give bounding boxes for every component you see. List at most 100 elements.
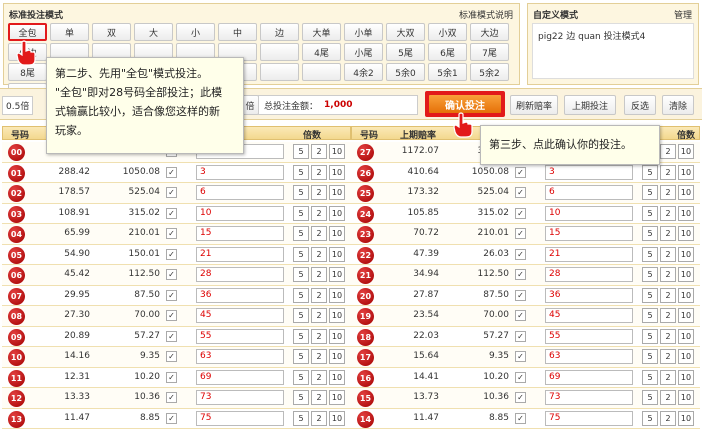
- multiplier-10-button[interactable]: 10: [678, 185, 694, 200]
- multiplier-5-button[interactable]: 5: [293, 185, 309, 200]
- multiplier-2-button[interactable]: 2: [660, 328, 676, 344]
- select-checkbox[interactable]: ✓: [166, 187, 177, 198]
- bet-amount-input[interactable]: 6: [196, 185, 284, 200]
- multiplier-2-button[interactable]: 2: [660, 205, 676, 221]
- mode-button[interactable]: [260, 43, 299, 61]
- mode-button[interactable]: 7尾: [470, 43, 509, 61]
- select-checkbox[interactable]: ✓: [166, 330, 177, 342]
- multiplier-10-button[interactable]: 10: [678, 205, 694, 221]
- multiplier-5-button[interactable]: 5: [642, 410, 658, 426]
- mode-button[interactable]: 4尾: [302, 43, 341, 61]
- select-checkbox[interactable]: ✓: [515, 330, 526, 342]
- multiplier-half-button[interactable]: 0.5倍: [2, 95, 34, 115]
- multiplier-10-button[interactable]: 10: [329, 328, 345, 344]
- multiplier-10-button[interactable]: 10: [329, 205, 345, 221]
- select-checkbox[interactable]: ✓: [515, 289, 526, 301]
- multiplier-10-button[interactable]: 10: [329, 144, 345, 159]
- bet-amount-input[interactable]: 15: [196, 226, 284, 241]
- multiplier-2-button[interactable]: 2: [660, 267, 676, 282]
- bet-amount-input[interactable]: 55: [545, 328, 633, 344]
- multiplier-2-button[interactable]: 2: [660, 287, 676, 303]
- multiplier-2-button[interactable]: 2: [311, 144, 327, 159]
- multiplier-2-button[interactable]: 2: [311, 390, 327, 405]
- multiplier-2-button[interactable]: 2: [660, 369, 676, 385]
- multiplier-5-button[interactable]: 5: [293, 164, 309, 180]
- select-checkbox[interactable]: ✓: [515, 187, 526, 198]
- bet-amount-input[interactable]: 6: [545, 185, 633, 200]
- mode-button[interactable]: [260, 63, 299, 81]
- select-checkbox[interactable]: ✓: [515, 166, 526, 178]
- custom-mode-manage-link[interactable]: 管理: [674, 8, 692, 21]
- multiplier-5-button[interactable]: 5: [293, 369, 309, 385]
- multiplier-2-button[interactable]: 2: [311, 246, 327, 262]
- mode-button[interactable]: 小单: [344, 23, 383, 41]
- multiplier-5-button[interactable]: 5: [642, 205, 658, 221]
- mode-button[interactable]: 双: [92, 23, 131, 41]
- mode-button[interactable]: 全包: [8, 23, 47, 41]
- select-checkbox[interactable]: ✓: [515, 392, 526, 403]
- select-checkbox[interactable]: ✓: [515, 248, 526, 260]
- multiplier-2-button[interactable]: 2: [660, 144, 676, 159]
- bet-amount-input[interactable]: 63: [196, 349, 284, 364]
- select-checkbox[interactable]: ✓: [166, 412, 177, 424]
- refresh-odds-button[interactable]: 刷新赔率: [510, 95, 558, 115]
- multiplier-2-button[interactable]: 2: [311, 410, 327, 426]
- multiplier-5-button[interactable]: 5: [293, 287, 309, 303]
- bet-amount-input[interactable]: 10: [545, 205, 633, 221]
- multiplier-5-button[interactable]: 5: [293, 328, 309, 344]
- mode-button[interactable]: 边: [260, 23, 299, 41]
- select-checkbox[interactable]: ✓: [166, 269, 177, 280]
- multiplier-10-button[interactable]: 10: [678, 308, 694, 323]
- multiplier-10-button[interactable]: 10: [678, 390, 694, 405]
- multiplier-10-button[interactable]: 10: [678, 144, 694, 159]
- invert-select-button[interactable]: 反选: [624, 95, 656, 115]
- bet-amount-input[interactable]: 55: [196, 328, 284, 344]
- select-checkbox[interactable]: ✓: [166, 228, 177, 239]
- select-checkbox[interactable]: ✓: [166, 207, 177, 219]
- mode-button[interactable]: 5尾: [386, 43, 425, 61]
- multiplier-2-button[interactable]: 2: [311, 287, 327, 303]
- bet-amount-input[interactable]: 28: [196, 267, 284, 282]
- mode-button[interactable]: 小: [176, 23, 215, 41]
- multiplier-2-button[interactable]: 2: [311, 185, 327, 200]
- select-checkbox[interactable]: ✓: [515, 207, 526, 219]
- standard-mode-help-link[interactable]: 标准模式说明: [459, 8, 513, 21]
- custom-mode-item[interactable]: pig22 边 quan 投注模式4: [538, 29, 688, 42]
- select-checkbox[interactable]: ✓: [515, 412, 526, 424]
- multiplier-10-button[interactable]: 10: [678, 164, 694, 180]
- bet-amount-input[interactable]: 73: [545, 390, 633, 405]
- multiplier-2-button[interactable]: 2: [660, 349, 676, 364]
- multiplier-10-button[interactable]: 10: [678, 349, 694, 364]
- select-checkbox[interactable]: ✓: [515, 351, 526, 362]
- mode-button[interactable]: 小尾: [344, 43, 383, 61]
- mode-button[interactable]: 单: [50, 23, 89, 41]
- bet-amount-input[interactable]: 73: [196, 390, 284, 405]
- bet-amount-input[interactable]: 15: [545, 226, 633, 241]
- bet-amount-input[interactable]: 21: [196, 246, 284, 262]
- mode-button[interactable]: 5余1: [428, 63, 467, 81]
- select-checkbox[interactable]: ✓: [166, 166, 177, 178]
- bet-amount-input[interactable]: 3: [196, 164, 284, 180]
- multiplier-10-button[interactable]: 10: [678, 410, 694, 426]
- multiplier-10-button[interactable]: 10: [678, 287, 694, 303]
- multiplier-2-button[interactable]: 2: [311, 267, 327, 282]
- multiplier-10-button[interactable]: 10: [329, 246, 345, 262]
- mode-button[interactable]: 大边: [470, 23, 509, 41]
- multiplier-5-button[interactable]: 5: [642, 328, 658, 344]
- bet-amount-input[interactable]: 45: [545, 308, 633, 323]
- multiplier-2-button[interactable]: 2: [660, 185, 676, 200]
- bet-amount-input[interactable]: 45: [196, 308, 284, 323]
- clear-button[interactable]: 清除: [662, 95, 694, 115]
- multiplier-10-button[interactable]: 10: [329, 267, 345, 282]
- multiplier-10-button[interactable]: 10: [678, 328, 694, 344]
- multiplier-5-button[interactable]: 5: [293, 410, 309, 426]
- select-checkbox[interactable]: ✓: [515, 228, 526, 239]
- multiplier-5-button[interactable]: 5: [293, 144, 309, 159]
- bet-amount-input[interactable]: 75: [545, 410, 633, 426]
- multiplier-2-button[interactable]: 2: [660, 164, 676, 180]
- select-checkbox[interactable]: ✓: [166, 351, 177, 362]
- mode-button[interactable]: 大双: [386, 23, 425, 41]
- select-checkbox[interactable]: ✓: [515, 310, 526, 321]
- select-checkbox[interactable]: ✓: [166, 371, 177, 383]
- multiplier-2-button[interactable]: 2: [311, 308, 327, 323]
